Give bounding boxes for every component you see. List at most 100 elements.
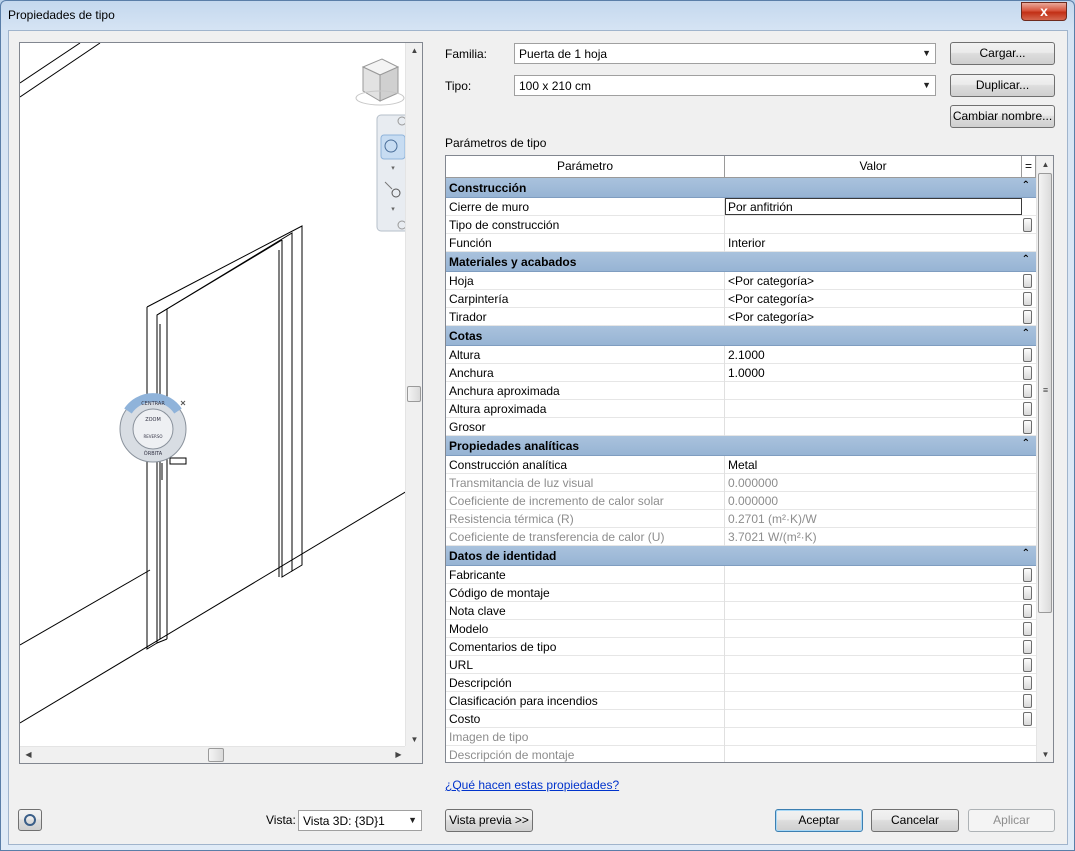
parameter-row[interactable]: Código de montaje [446, 584, 1036, 602]
preview-vertical-scrollbar[interactable]: ▲ ▼ [405, 43, 422, 747]
parameter-value[interactable] [725, 620, 1022, 638]
family-select[interactable]: Puerta de 1 hoja ▼ [514, 43, 936, 64]
steering-wheel-icon[interactable]: CENTRAR ZOOM REVERSO ÓRBITA [119, 393, 187, 463]
group-row[interactable]: Propiedades analíticas ⌃ [446, 436, 1036, 456]
parameter-value[interactable] [725, 602, 1022, 620]
parameter-row[interactable]: Descripción [446, 674, 1036, 692]
parameter-row[interactable]: Modelo [446, 620, 1036, 638]
parameter-value[interactable] [725, 216, 1022, 234]
associate-parameter-button[interactable] [1023, 604, 1032, 618]
parameter-value[interactable]: Interior [725, 234, 1022, 252]
parameter-row[interactable]: Función Interior [446, 234, 1036, 252]
parameter-row[interactable]: Nota clave [446, 602, 1036, 620]
parameter-row[interactable]: Comentarios de tipo [446, 638, 1036, 656]
ok-button[interactable]: Aceptar [775, 809, 863, 832]
associate-parameter-button[interactable] [1023, 568, 1032, 582]
parameter-row[interactable]: Tirador <Por categoría> [446, 308, 1036, 326]
parameter-value[interactable]: Por anfitrión [725, 198, 1022, 215]
parameter-row[interactable]: Imagen de tipo [446, 728, 1036, 746]
group-row[interactable]: Cotas ⌃ [446, 326, 1036, 346]
collapse-icon[interactable]: ⌃ [1022, 254, 1030, 265]
parameter-row[interactable]: Transmitancia de luz visual 0.000000 [446, 474, 1036, 492]
parameter-value[interactable] [725, 382, 1022, 400]
associate-parameter-button[interactable] [1023, 586, 1032, 600]
cancel-button[interactable]: Cancelar [871, 809, 959, 832]
parameter-value[interactable] [725, 400, 1022, 418]
parameter-row[interactable]: Tipo de construcción [446, 216, 1036, 234]
preview-hscroll-thumb[interactable] [208, 748, 224, 762]
parameter-row[interactable]: Construcción analítica Metal [446, 456, 1036, 474]
viewcube-icon[interactable] [355, 58, 405, 106]
parameter-value[interactable] [725, 418, 1022, 436]
column-header-value[interactable]: Valor [725, 156, 1022, 178]
collapse-icon[interactable]: ⌃ [1022, 180, 1030, 191]
associate-parameter-button[interactable] [1023, 366, 1032, 380]
associate-parameter-button[interactable] [1023, 694, 1032, 708]
collapse-icon[interactable]: ⌃ [1022, 548, 1030, 559]
parameter-row[interactable]: Fabricante [446, 566, 1036, 584]
load-button[interactable]: Cargar... [950, 42, 1055, 65]
navigation-bar[interactable]: ▾ ▾ [376, 114, 407, 232]
column-header-formula[interactable]: = [1022, 156, 1036, 178]
help-link[interactable]: ¿Qué hacen estas propiedades? [445, 778, 619, 792]
parameter-value[interactable]: 2.1000 [725, 346, 1022, 364]
associate-parameter-button[interactable] [1023, 658, 1032, 672]
close-button[interactable]: x [1021, 2, 1067, 21]
parameter-row[interactable]: Anchura aproximada [446, 382, 1036, 400]
rename-button[interactable]: Cambiar nombre... [950, 105, 1055, 128]
column-header-parameter[interactable]: Parámetro [446, 156, 725, 178]
preview-vscroll-thumb[interactable] [407, 386, 421, 402]
parameter-row[interactable]: Resistencia térmica (R) 0.2701 (m²·K)/W [446, 510, 1036, 528]
grid-vertical-scrollbar[interactable]: ▲ ≡ ▼ [1036, 156, 1053, 762]
associate-parameter-button[interactable] [1023, 218, 1032, 232]
parameter-value[interactable] [725, 638, 1022, 656]
associate-parameter-button[interactable] [1023, 402, 1032, 416]
parameter-value[interactable]: 1.0000 [725, 364, 1022, 382]
steeringwheel-toggle-button[interactable] [18, 809, 42, 831]
parameter-row[interactable]: Anchura 1.0000 [446, 364, 1036, 382]
parameter-value[interactable] [725, 692, 1022, 710]
parameter-row[interactable]: Costo [446, 710, 1036, 728]
type-parameters-grid[interactable]: Parámetro Valor = Construcción ⌃ Cierre de… [445, 155, 1054, 763]
parameter-value[interactable] [725, 584, 1022, 602]
group-row[interactable]: Materiales y acabados ⌃ [446, 252, 1036, 272]
apply-button[interactable]: Aplicar [968, 809, 1055, 832]
associate-parameter-button[interactable] [1023, 712, 1032, 726]
associate-parameter-button[interactable] [1023, 622, 1032, 636]
parameter-row[interactable]: Grosor [446, 418, 1036, 436]
collapse-icon[interactable]: ⌃ [1022, 438, 1030, 449]
associate-parameter-button[interactable] [1023, 384, 1032, 398]
parameter-row[interactable]: URL [446, 656, 1036, 674]
parameter-value[interactable]: <Por categoría> [725, 308, 1022, 326]
preview-button[interactable]: Vista previa >> [445, 809, 533, 832]
preview-pane[interactable]: CENTRAR ZOOM REVERSO ÓRBITA ▾ ▾ ▲ ▼ ◀ ▶ [19, 42, 423, 764]
parameter-row[interactable]: Cierre de muro Por anfitrión [446, 198, 1036, 216]
parameter-row[interactable]: Clasificación para incendios [446, 692, 1036, 710]
parameter-row[interactable]: Carpintería <Por categoría> [446, 290, 1036, 308]
associate-parameter-button[interactable] [1023, 292, 1032, 306]
parameter-row[interactable]: Altura 2.1000 [446, 346, 1036, 364]
associate-parameter-button[interactable] [1023, 310, 1032, 324]
parameter-row[interactable]: Coeficiente de incremento de calor solar… [446, 492, 1036, 510]
parameter-value[interactable]: <Por categoría> [725, 272, 1022, 290]
type-select[interactable]: 100 x 210 cm ▼ [514, 75, 936, 96]
collapse-icon[interactable]: ⌃ [1022, 328, 1030, 339]
parameter-row[interactable]: Hoja <Por categoría> [446, 272, 1036, 290]
associate-parameter-button[interactable] [1023, 274, 1032, 288]
parameter-value[interactable]: <Por categoría> [725, 290, 1022, 308]
view-select[interactable]: Vista 3D: {3D}1 ▼ [298, 810, 422, 831]
duplicate-button[interactable]: Duplicar... [950, 74, 1055, 97]
parameter-value[interactable] [725, 566, 1022, 584]
parameter-value[interactable]: Metal [725, 456, 1022, 474]
parameter-row[interactable]: Coeficiente de transferencia de calor (U… [446, 528, 1036, 546]
associate-parameter-button[interactable] [1023, 640, 1032, 654]
associate-parameter-button[interactable] [1023, 676, 1032, 690]
associate-parameter-button[interactable] [1023, 420, 1032, 434]
parameter-value[interactable] [725, 674, 1022, 692]
parameter-value[interactable] [725, 656, 1022, 674]
parameter-value[interactable] [725, 710, 1022, 728]
preview-horizontal-scrollbar[interactable]: ◀ ▶ [20, 746, 407, 763]
parameter-row[interactable]: Altura aproximada [446, 400, 1036, 418]
parameter-row[interactable]: Descripción de montaje [446, 746, 1036, 762]
group-row[interactable]: Construcción ⌃ [446, 178, 1036, 198]
